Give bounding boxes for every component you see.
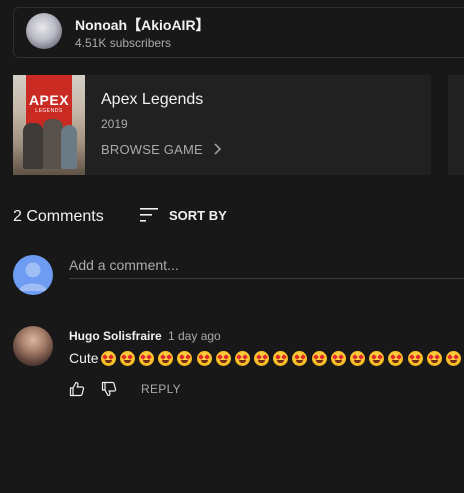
star-struck-emoji-icon: [254, 350, 270, 366]
star-struck-emoji-icon: [426, 350, 442, 366]
game-card-next[interactable]: [448, 75, 464, 175]
comment-author[interactable]: Hugo Solisfraire: [69, 329, 162, 343]
star-struck-emoji-icon: [388, 350, 404, 366]
star-struck-emoji-icon: [350, 350, 366, 366]
star-struck-emoji-icon: [234, 350, 250, 366]
emoji-mouth: [200, 359, 208, 363]
emoji-mouth: [238, 359, 246, 363]
star-struck-emoji-icon: [445, 350, 461, 366]
sort-icon: [140, 208, 158, 222]
emoji-mouth: [219, 359, 227, 363]
cover-art-figure: [23, 123, 43, 169]
star-struck-emoji-icon: [311, 350, 327, 366]
star-struck-emoji-icon: [407, 350, 423, 366]
emoji-mouth: [315, 359, 323, 363]
emoji-mouth: [334, 359, 342, 363]
emoji-mouth: [296, 359, 304, 363]
star-struck-emoji-icon: [158, 350, 174, 366]
game-cover-art[interactable]: APEX LEGENDS: [13, 75, 85, 175]
sort-by-button[interactable]: SORT BY: [138, 205, 227, 225]
star-struck-emoji-icon: [273, 350, 289, 366]
cover-art-figure: [61, 125, 77, 169]
add-comment-input[interactable]: Add a comment...: [69, 252, 464, 279]
comment-body: Cute: [69, 350, 464, 366]
game-title[interactable]: Apex Legends: [101, 91, 203, 109]
emoji-mouth: [411, 359, 419, 363]
thumbs-down-icon[interactable]: [101, 381, 117, 397]
emoji-mouth: [181, 359, 189, 363]
star-struck-emoji-icon: [100, 350, 116, 366]
sort-by-label: SORT BY: [169, 207, 227, 223]
comment-text: Cute: [69, 350, 99, 366]
comments-count: 2 Comments: [13, 208, 104, 225]
star-struck-emoji-icon: [119, 350, 135, 366]
emoji-mouth: [258, 359, 266, 363]
star-struck-emoji-icon: [196, 350, 212, 366]
subscriber-count: 4.51K subscribers: [75, 36, 172, 50]
browse-game-label: BROWSE GAME: [101, 141, 203, 157]
game-card[interactable]: APEX LEGENDS Apex Legends 2019 BROWSE GA…: [13, 75, 431, 175]
channel-avatar[interactable]: [26, 13, 62, 49]
emoji-mouth: [373, 359, 381, 363]
thumbs-up-icon[interactable]: [69, 381, 85, 397]
star-struck-emoji-icon: [215, 350, 231, 366]
emoji-mouth: [392, 359, 400, 363]
channel-card[interactable]: Nonoah【AkioAIR】 4.51K subscribers: [13, 7, 464, 58]
game-year: 2019: [101, 117, 128, 131]
emoji-mouth: [354, 359, 362, 363]
emoji-mouth: [142, 359, 150, 363]
star-struck-emoji-icon: [177, 350, 193, 366]
star-struck-emoji-icon: [369, 350, 385, 366]
star-struck-emoji-icon: [330, 350, 346, 366]
add-comment-placeholder: Add a comment...: [69, 257, 179, 273]
commenter-avatar[interactable]: [13, 326, 53, 366]
reply-button[interactable]: REPLY: [141, 382, 181, 396]
emoji-row: [100, 350, 464, 366]
cover-art-subtitle: LEGENDS: [35, 108, 63, 114]
emoji-mouth: [162, 359, 170, 363]
star-struck-emoji-icon: [292, 350, 308, 366]
chevron-right-icon: [214, 143, 221, 155]
emoji-mouth: [449, 359, 457, 363]
default-user-icon: [13, 255, 53, 295]
emoji-mouth: [277, 359, 285, 363]
cover-art-figure: [43, 119, 63, 169]
cover-art-logo: APEX: [28, 92, 70, 108]
browse-game-button[interactable]: BROWSE GAME: [101, 140, 224, 158]
star-struck-emoji-icon: [138, 350, 154, 366]
comment-timestamp[interactable]: 1 day ago: [168, 329, 221, 343]
emoji-mouth: [430, 359, 438, 363]
user-silhouette-icon: [19, 262, 47, 291]
emoji-mouth: [104, 359, 112, 363]
channel-name[interactable]: Nonoah【AkioAIR】: [75, 15, 210, 35]
emoji-mouth: [123, 359, 131, 363]
